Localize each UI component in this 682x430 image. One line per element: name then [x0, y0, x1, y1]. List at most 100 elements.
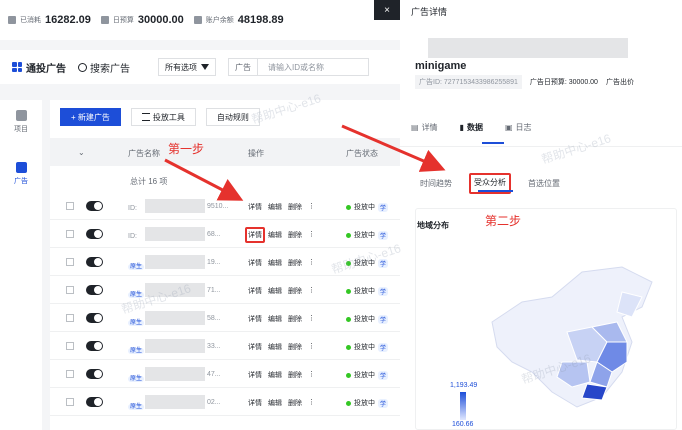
delivery-tools-button[interactable]: 投放工具 [130, 108, 196, 126]
search-box[interactable]: 广告 请输入ID或名称 [228, 58, 369, 76]
learning-tag: 学 [378, 370, 389, 380]
row-toggle[interactable] [86, 229, 103, 239]
row-checkbox[interactable] [66, 342, 74, 350]
row-toggle[interactable] [86, 201, 103, 211]
delete-link[interactable]: 删除 [288, 314, 302, 324]
annotation-step1: 第一步 [168, 142, 205, 156]
table-row[interactable]: 原生 ID: 33... 详情 编辑 删除 ⋮ 投放中 学 [50, 332, 400, 360]
table-row[interactable]: ID: 9510... 详情 编辑 删除 ⋮ 投放中 学 [50, 192, 400, 220]
row-checkbox[interactable] [66, 370, 74, 378]
status-label: 投放中 [354, 400, 375, 407]
tab-log[interactable]: ▣ 日志 [505, 122, 532, 133]
ad-meta: 广告ID: 7277153433986255891 广告日预算: 30000.0… [415, 75, 634, 89]
details-link[interactable]: 详情 [248, 202, 262, 212]
row-checkbox[interactable] [66, 202, 74, 210]
more-icon[interactable]: ⋮ [308, 258, 315, 268]
project-icon [15, 110, 27, 121]
edit-link[interactable]: 编辑 [268, 398, 282, 408]
more-icon[interactable]: ⋮ [308, 370, 315, 380]
subtab-time-trend[interactable]: 时间趋势 [420, 178, 452, 189]
active-tab-underline [482, 142, 504, 144]
table-row[interactable]: 原生 ID: 02... 详情 编辑 删除 ⋮ 投放中 学 [50, 388, 400, 416]
row-toggle[interactable] [86, 397, 103, 407]
delete-link[interactable]: 删除 [288, 286, 302, 296]
more-icon[interactable]: ⋮ [308, 398, 315, 408]
close-icon[interactable]: × [374, 0, 400, 20]
details-link[interactable]: 详情 [245, 227, 265, 243]
status-label: 投放中 [354, 344, 375, 351]
sidebar-item-ads[interactable]: 广告 [0, 162, 42, 186]
filter-dropdown[interactable]: 所有选项 [158, 58, 216, 76]
more-icon[interactable]: ⋮ [308, 286, 315, 296]
row-toggle[interactable] [86, 313, 103, 323]
row-checkbox[interactable] [66, 314, 74, 322]
tab-data[interactable]: ▮ 数据 [460, 122, 483, 133]
nav-general-ads[interactable]: 通投广告 [12, 60, 66, 75]
details-link[interactable]: 详情 [248, 314, 262, 324]
sidebar-item-label: 广告 [14, 178, 28, 185]
delete-link[interactable]: 删除 [288, 370, 302, 380]
delete-link[interactable]: 删除 [288, 230, 302, 240]
details-link[interactable]: 详情 [248, 258, 262, 268]
data-subtabs: 时间趋势 受众分析 首选位置 [420, 173, 560, 194]
more-icon[interactable]: ⋮ [308, 314, 315, 324]
row-id-suffix: 33... [207, 343, 221, 350]
row-toggle[interactable] [86, 369, 103, 379]
more-icon[interactable]: ⋮ [308, 202, 315, 212]
delete-link[interactable]: 删除 [288, 202, 302, 212]
sidebar-item-project[interactable]: 项目 [0, 110, 42, 134]
nav-search-ads[interactable]: 搜索广告 [78, 60, 130, 75]
edit-link[interactable]: 编辑 [268, 202, 282, 212]
edit-link[interactable]: 编辑 [268, 258, 282, 268]
china-region-map[interactable] [482, 262, 662, 412]
row-actions: 详情 编辑 删除 ⋮ [245, 227, 315, 243]
new-ad-button[interactable]: + 新建广告 [60, 108, 121, 126]
edit-link[interactable]: 编辑 [268, 314, 282, 324]
drawer-title: 广告详情 [411, 7, 448, 17]
row-status: 投放中 学 [346, 398, 389, 408]
table-row[interactable]: 原生 ID: 19... 详情 编辑 删除 ⋮ 投放中 学 [50, 248, 400, 276]
row-toggle[interactable] [86, 341, 103, 351]
metric-label: 日预算 [112, 17, 134, 24]
table-row[interactable]: 原生 ID: 58... 详情 编辑 删除 ⋮ 投放中 学 [50, 304, 400, 332]
chevron-down-icon[interactable]: ⌄ [78, 148, 85, 157]
row-checkbox[interactable] [66, 230, 74, 238]
nav-general-ads-label: 通投广告 [26, 63, 66, 75]
row-actions: 详情 编辑 删除 ⋮ [248, 370, 315, 380]
tab-details[interactable]: ▤ 详情 [411, 122, 438, 133]
table-row[interactable]: 原生 ID: 47... 详情 编辑 删除 ⋮ 投放中 学 [50, 360, 400, 388]
calendar-icon [100, 16, 109, 24]
table-row[interactable]: 原生 ID: 71... 详情 编辑 删除 ⋮ 投放中 学 [50, 276, 400, 304]
tab-label: 数据 [466, 123, 483, 132]
status-dot-icon [346, 344, 351, 350]
edit-link[interactable]: 编辑 [268, 370, 282, 380]
row-name-blurred [145, 199, 205, 213]
edit-link[interactable]: 编辑 [268, 230, 282, 240]
details-link[interactable]: 详情 [248, 370, 262, 380]
row-checkbox[interactable] [66, 286, 74, 294]
tools-icon [141, 113, 150, 121]
search-input[interactable]: 请输入ID或名称 [258, 62, 368, 73]
more-icon[interactable]: ⋮ [308, 230, 315, 240]
delete-link[interactable]: 删除 [288, 258, 302, 268]
delete-link[interactable]: 删除 [288, 342, 302, 352]
row-toggle[interactable] [86, 285, 103, 295]
row-checkbox[interactable] [66, 398, 74, 406]
edit-link[interactable]: 编辑 [268, 286, 282, 296]
delete-link[interactable]: 删除 [288, 398, 302, 408]
subtab-preferred-placement[interactable]: 首选位置 [528, 178, 560, 189]
more-icon[interactable]: ⋮ [308, 342, 315, 352]
account-icon [193, 16, 202, 24]
details-link[interactable]: 详情 [248, 286, 262, 296]
table-header: ⌄ 广告名称 操作 广告状态 [50, 138, 400, 166]
search-scope[interactable]: 广告 [229, 59, 258, 75]
table-row[interactable]: ID: 68... 详情 编辑 删除 ⋮ 投放中 学 [50, 220, 400, 248]
row-toggle[interactable] [86, 257, 103, 267]
edit-link[interactable]: 编辑 [268, 342, 282, 352]
sidebar-item-label: 项目 [14, 126, 28, 133]
learning-tag: 学 [378, 286, 389, 296]
details-link[interactable]: 详情 [248, 398, 262, 408]
row-checkbox[interactable] [66, 258, 74, 266]
auto-rules-button[interactable]: 自动规则 [205, 108, 260, 126]
details-link[interactable]: 详情 [248, 342, 262, 352]
